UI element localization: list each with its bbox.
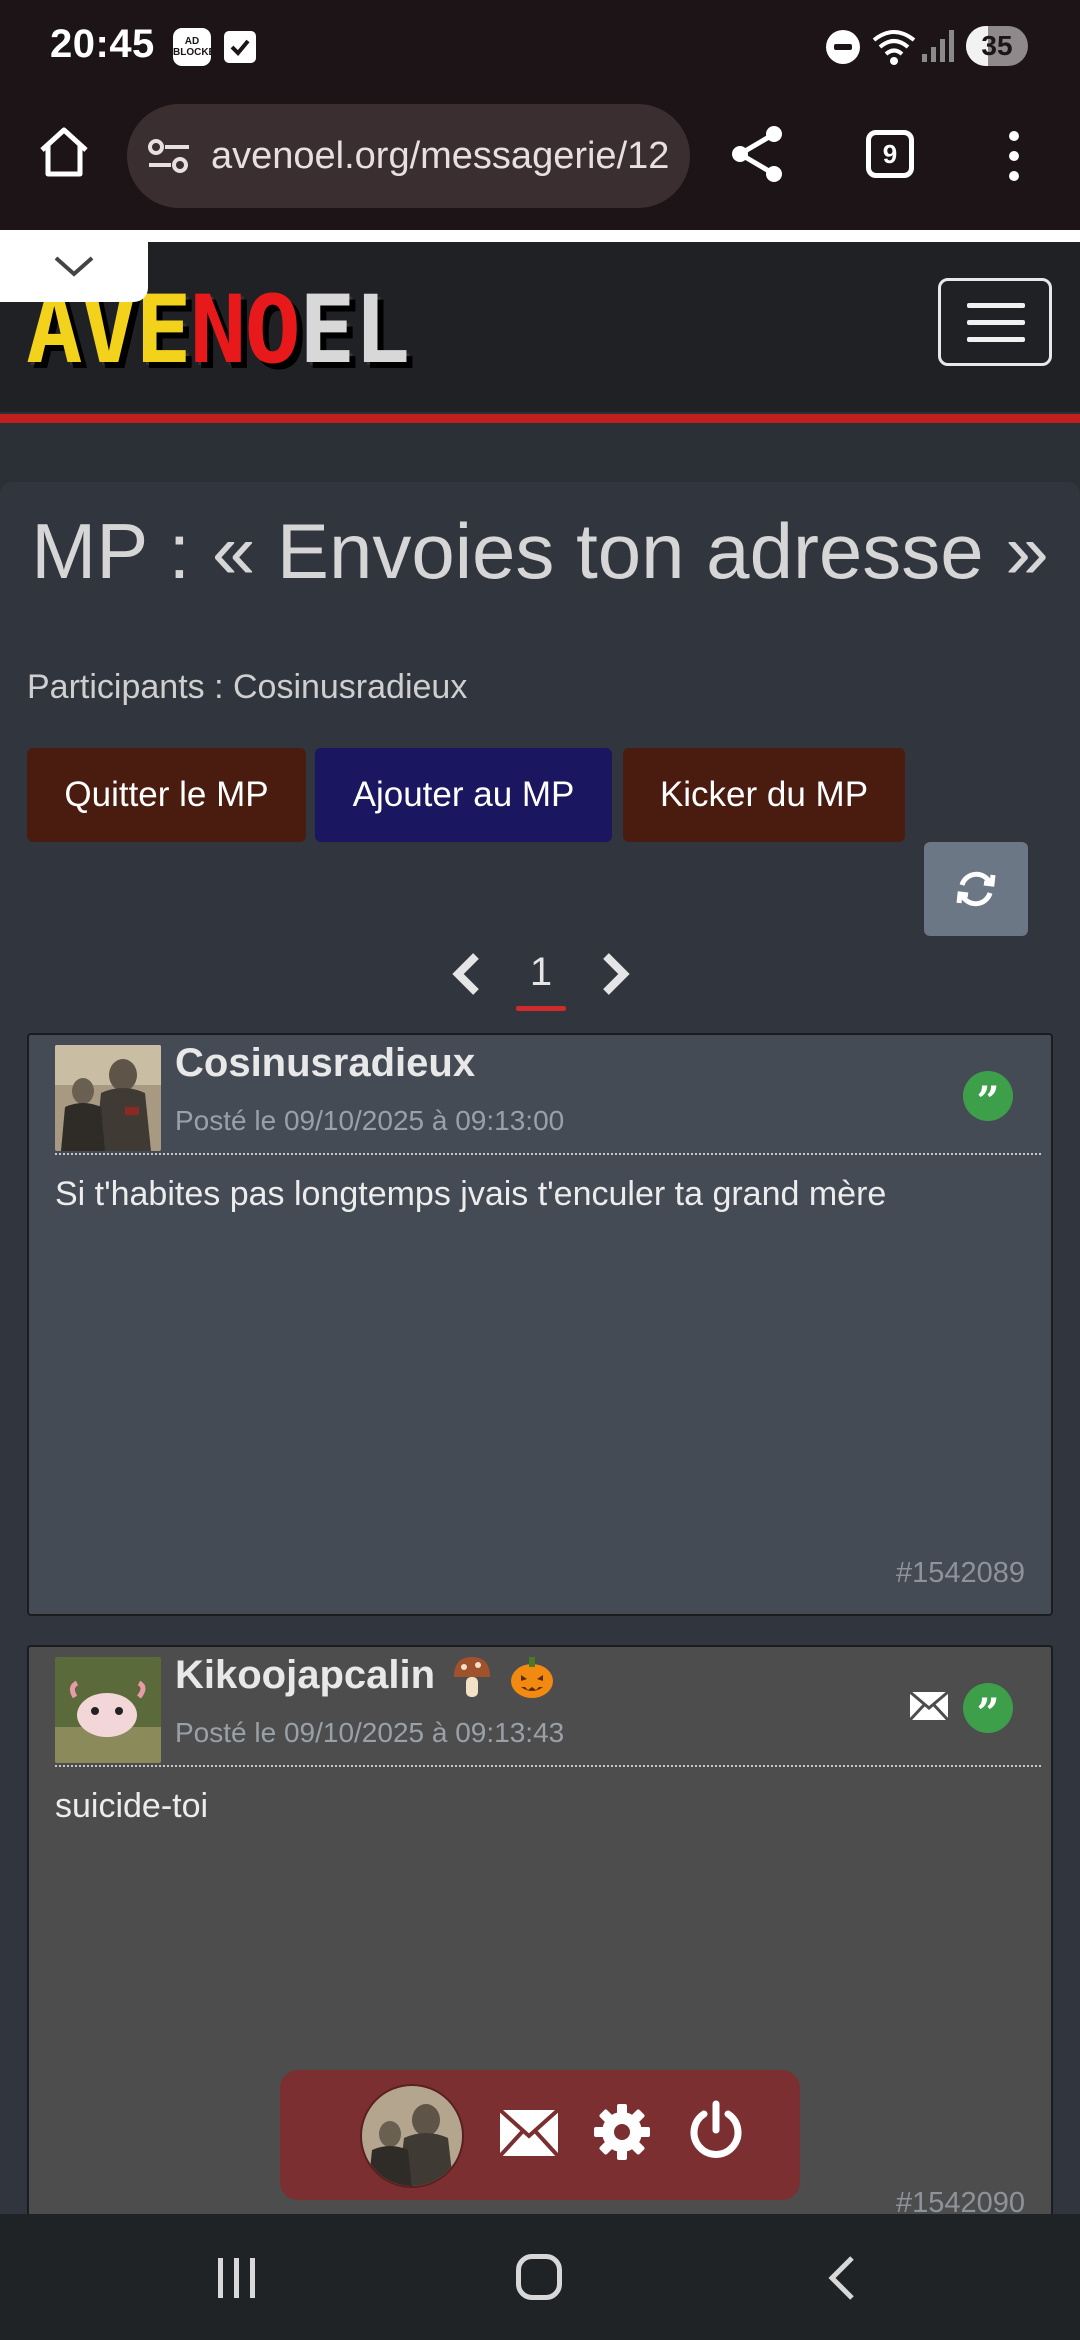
add-to-mp-button[interactable]: Ajouter au MP bbox=[315, 748, 612, 842]
signal-icon bbox=[922, 30, 954, 62]
quit-mp-button[interactable]: Quitter le MP bbox=[27, 748, 306, 842]
post-author[interactable]: Kikoojapcalin bbox=[175, 1653, 555, 1699]
collapse-toolbar-button[interactable] bbox=[0, 232, 148, 302]
quote-button[interactable]: ” bbox=[963, 1071, 1013, 1125]
gear-icon[interactable] bbox=[592, 2102, 652, 2162]
participants-label: Participants : Cosinusradieux bbox=[27, 668, 468, 706]
message-post: Cosinusradieux Posté le 09/10/2025 à 09:… bbox=[27, 1033, 1053, 1616]
do-not-disturb-icon bbox=[826, 30, 860, 64]
mushroom-emoji bbox=[454, 1657, 491, 1698]
user-avatar[interactable] bbox=[360, 2084, 464, 2188]
menu-icon-line bbox=[967, 337, 1025, 342]
header-divider bbox=[0, 414, 1080, 423]
address-bar[interactable]: avenoel.org/messagerie/12 bbox=[127, 104, 690, 208]
avatar[interactable] bbox=[55, 1045, 161, 1151]
post-body: suicide-toi bbox=[55, 1787, 209, 1825]
post-date: Posté le 09/10/2025 à 09:13:00 bbox=[175, 1105, 565, 1136]
post-author[interactable]: Cosinusradieux bbox=[175, 1041, 475, 1086]
post-date: Posté le 09/10/2025 à 09:13:43 bbox=[175, 1717, 565, 1748]
status-time: 20:45 bbox=[50, 22, 155, 66]
pumpkin-emoji bbox=[511, 1657, 554, 1699]
logo-letter: O bbox=[244, 276, 301, 385]
url-text[interactable]: avenoel.org/messagerie/12 bbox=[211, 104, 669, 208]
menu-icon bbox=[967, 303, 1025, 308]
battery-level: 35 bbox=[981, 30, 1013, 61]
power-icon[interactable] bbox=[686, 2100, 746, 2162]
logo-letter: N bbox=[189, 276, 247, 385]
post-separator bbox=[55, 1765, 1041, 1767]
recent-apps-icon[interactable] bbox=[216, 2256, 258, 2300]
back-icon[interactable] bbox=[824, 2254, 858, 2302]
check-box-icon bbox=[224, 31, 256, 63]
more-menu-icon[interactable] bbox=[1004, 126, 1024, 186]
chevron-right-icon[interactable] bbox=[596, 952, 632, 996]
logo-letter: E bbox=[135, 276, 192, 385]
wifi-icon bbox=[872, 30, 916, 65]
share-icon[interactable] bbox=[730, 124, 786, 184]
post-body: Si t'habites pas longtemps jvais t'encul… bbox=[55, 1175, 887, 1213]
site-header: AVENOEL bbox=[0, 242, 1080, 412]
refresh-button[interactable] bbox=[924, 842, 1028, 936]
kick-from-mp-button[interactable]: Kicker du MP bbox=[623, 748, 905, 842]
author-name: Kikoojapcalin bbox=[175, 1653, 436, 1697]
conversation-card: MP : « Envoies ton adresse » Participant… bbox=[0, 482, 1080, 2242]
pagination: 1 bbox=[0, 942, 1080, 1022]
browser-toolbar: avenoel.org/messagerie/12 9 bbox=[0, 92, 1080, 230]
avatar[interactable] bbox=[55, 1657, 161, 1763]
page-top-strip bbox=[0, 230, 1080, 242]
user-toolbar bbox=[280, 2070, 800, 2200]
adblock-icon: AD BLOCKER bbox=[173, 28, 222, 66]
logo-letter: E bbox=[298, 276, 356, 385]
chevron-left-icon[interactable] bbox=[450, 952, 486, 996]
quote-button[interactable]: ” bbox=[963, 1683, 1013, 1737]
system-nav-bar bbox=[0, 2214, 1080, 2340]
tab-switcher-button[interactable]: 9 bbox=[866, 130, 914, 178]
current-page-indicator bbox=[516, 1006, 566, 1011]
logo-letter: L bbox=[353, 276, 411, 385]
battery-icon: 35 bbox=[966, 26, 1028, 66]
site-settings-icon[interactable] bbox=[147, 138, 191, 174]
chevron-down-icon bbox=[54, 256, 94, 277]
envelope-icon[interactable] bbox=[909, 1691, 949, 1721]
menu-icon-line bbox=[967, 320, 1025, 325]
post-separator bbox=[55, 1153, 1041, 1155]
status-bar: 20:45 AD BLOCKER 35 bbox=[0, 0, 1080, 92]
page-title: MP : « Envoies ton adresse » bbox=[31, 507, 1049, 595]
home-nav-icon[interactable] bbox=[516, 2254, 562, 2300]
current-page-number[interactable]: 1 bbox=[516, 942, 566, 1002]
menu-button[interactable] bbox=[938, 278, 1052, 366]
envelope-icon[interactable] bbox=[498, 2108, 560, 2158]
post-id[interactable]: #1542089 bbox=[896, 1557, 1025, 1590]
refresh-icon bbox=[956, 871, 996, 907]
home-icon[interactable] bbox=[34, 122, 94, 182]
